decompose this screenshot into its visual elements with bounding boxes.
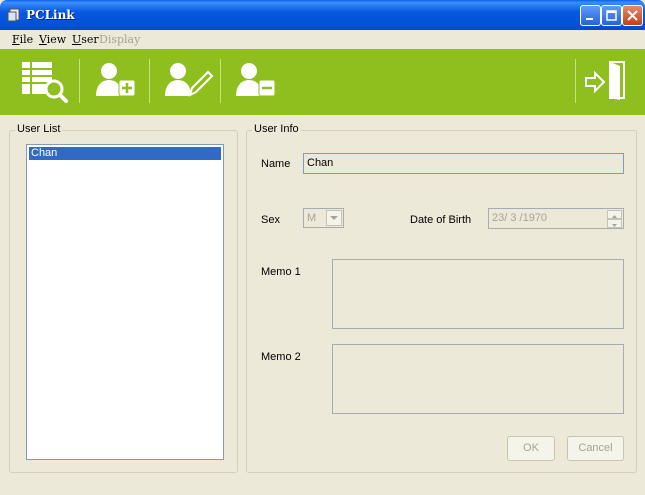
menu-view[interactable]: View [39, 33, 66, 46]
edit-user-icon [165, 63, 214, 97]
list-search-icon [22, 62, 68, 103]
exit-icon [585, 61, 625, 100]
dob-spin-up[interactable] [607, 210, 622, 219]
toolbar-separator [79, 59, 80, 103]
menu-display[interactable]: Display [99, 33, 140, 46]
dob-field[interactable]: 23/ 3 /1970 [488, 208, 624, 229]
name-field[interactable]: Chan [303, 153, 624, 174]
menu-user[interactable]: User [72, 33, 99, 46]
toolbar-separator [149, 59, 150, 103]
user-list-title: User List [15, 123, 63, 135]
toolbar-separator [575, 59, 576, 103]
user-list-box[interactable]: Chan [26, 144, 224, 460]
minimize-icon [586, 18, 593, 20]
toolbar-separator [220, 59, 221, 103]
remove-user-button[interactable] [235, 58, 287, 108]
maximize-icon [606, 10, 617, 21]
memo2-field[interactable] [332, 344, 624, 414]
name-label: Name [261, 158, 291, 170]
minimize-button[interactable] [580, 5, 601, 26]
memo1-label: Memo 1 [261, 266, 301, 278]
chevron-down-icon [612, 224, 617, 227]
cancel-button[interactable]: Cancel [567, 436, 624, 461]
maximize-button[interactable] [601, 5, 622, 26]
close-icon [627, 10, 638, 21]
user-info-title: User Info [252, 123, 301, 135]
dob-label: Date of Birth [410, 214, 472, 226]
sex-value: M [307, 212, 317, 224]
remove-user-icon [236, 63, 276, 97]
sex-label: Sex [261, 214, 280, 226]
title-bar[interactable] [0, 0, 645, 30]
add-user-button[interactable] [95, 58, 147, 108]
memo2-label: Memo 2 [261, 351, 301, 363]
sex-select[interactable]: M [303, 208, 344, 228]
menu-file[interactable]: File [12, 33, 33, 46]
exit-button[interactable] [584, 58, 636, 108]
edit-user-button[interactable] [164, 58, 216, 108]
ok-button[interactable]: OK [507, 436, 555, 461]
chevron-down-icon [330, 216, 338, 220]
memo1-field[interactable] [332, 259, 624, 329]
dob-value: 23/ 3 /1970 [492, 212, 548, 224]
window-title: PCLink [26, 8, 75, 22]
close-button[interactable] [622, 5, 643, 26]
app-icon [7, 8, 21, 22]
dob-spin-down[interactable] [607, 219, 622, 228]
add-user-icon [96, 63, 136, 97]
list-search-button[interactable] [20, 58, 72, 108]
user-list-item-selected[interactable]: Chan [29, 147, 221, 160]
sex-dropdown-button[interactable] [326, 210, 342, 226]
